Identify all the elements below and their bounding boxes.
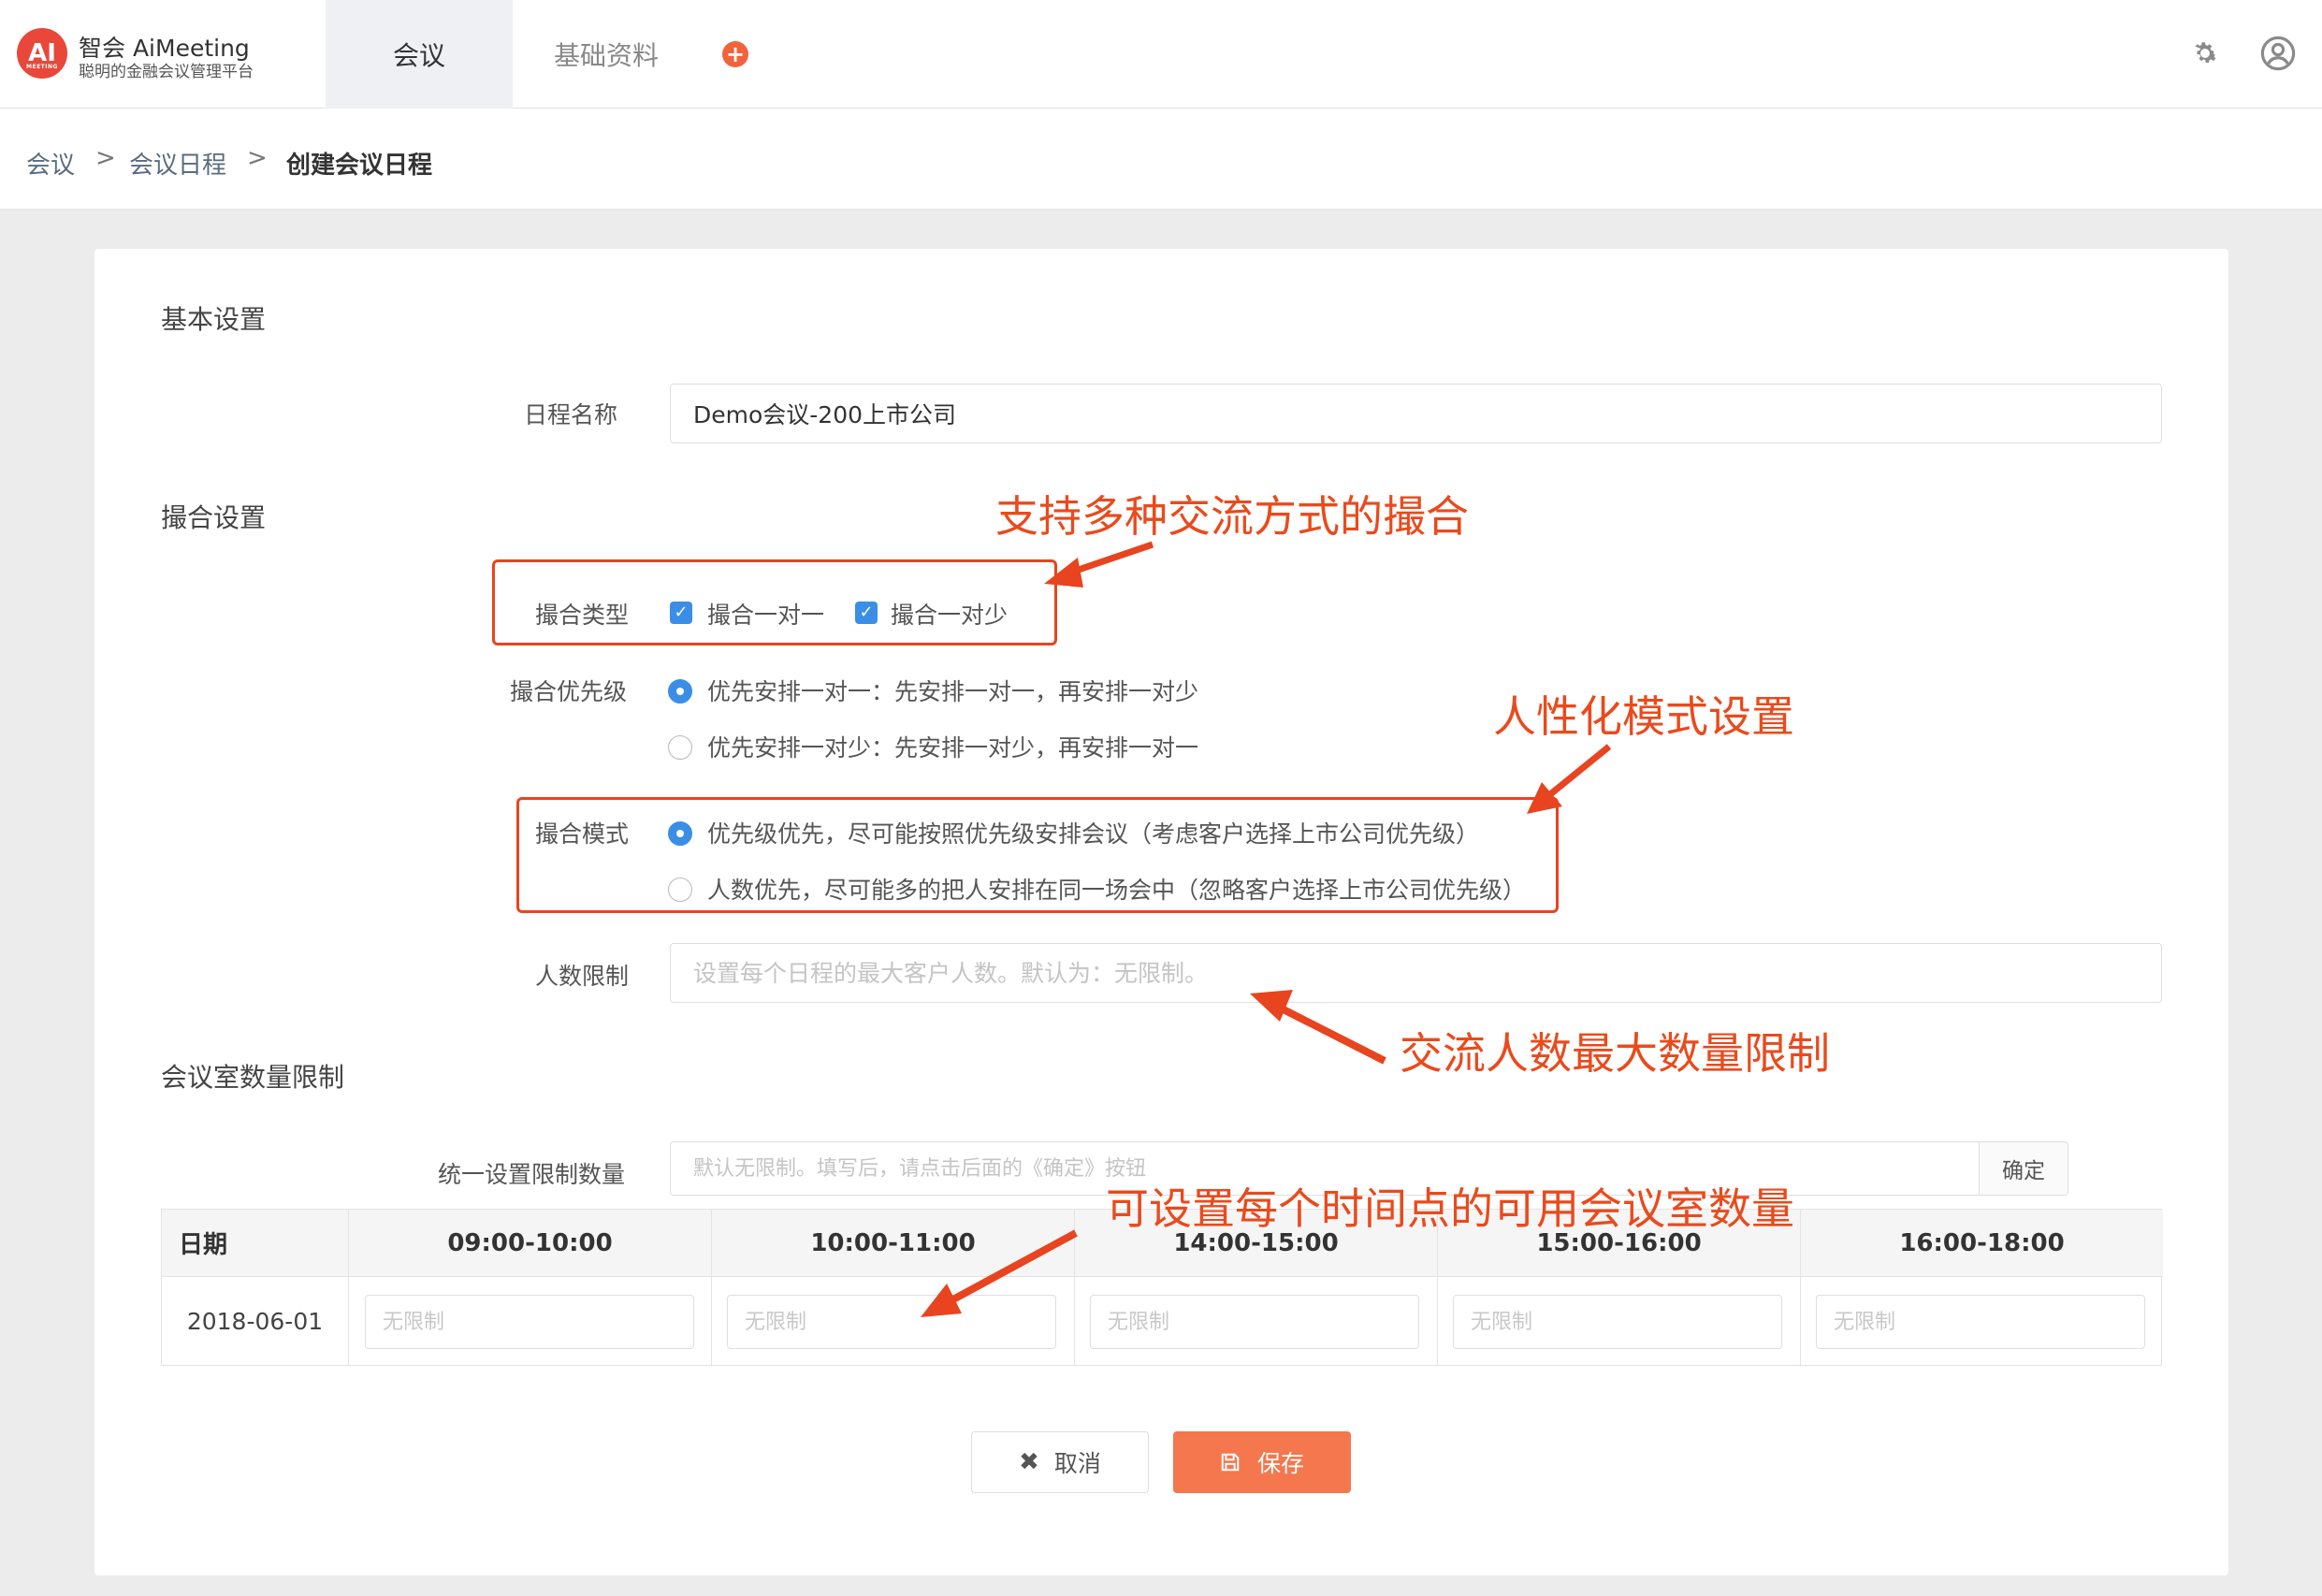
user-icon[interactable] [2260, 36, 2296, 71]
table-header-slot: 16:00-18:00 [1801, 1210, 2163, 1277]
room-count-input[interactable] [1816, 1295, 2145, 1349]
priority-one-on-few-text: 优先安排一对少：先安排一对少，再安排一对一 [707, 734, 1199, 762]
breadcrumb-separator: > [247, 144, 268, 172]
unified-limit-label: 统一设置限制数量 [438, 1161, 626, 1188]
table-cell-date: 2018-06-01 [162, 1277, 349, 1365]
save-icon [1221, 1453, 1240, 1472]
section-basic-settings: 基本设置 [161, 304, 267, 335]
save-button[interactable]: 保存 [1173, 1431, 1351, 1493]
top-navbar: AI MEETING 智会 AiMeeting 聪明的金融会议管理平台 会议 基… [0, 0, 2322, 109]
close-icon: ✖ [1019, 1448, 1039, 1476]
table-header-date: 日期 [162, 1210, 349, 1277]
cancel-button[interactable]: ✖ 取消 [971, 1431, 1149, 1493]
logo-mark-small: MEETING [26, 64, 58, 70]
priority-one-on-one-text: 优先安排一对一：先安排一对一，再安排一对少 [707, 678, 1199, 705]
tab-meetings[interactable]: 会议 [326, 0, 513, 109]
table-header-slot: 10:00-11:00 [712, 1210, 1075, 1277]
annotation-mode-setting: 人性化模式设置 [1493, 691, 1794, 742]
schedule-name-input[interactable] [670, 384, 2162, 443]
match-priority-label: 撮合优先级 [510, 678, 628, 705]
breadcrumb: 会议 > 会议日程 > 创建会议日程 [0, 109, 2322, 210]
breadcrumb-separator: > [95, 144, 116, 172]
people-limit-label: 人数限制 [535, 963, 630, 990]
section-room-limit: 会议室数量限制 [161, 1062, 345, 1093]
people-limit-input[interactable] [670, 943, 2162, 1003]
room-count-input[interactable] [1090, 1295, 1419, 1349]
table-header-slot: 09:00-10:00 [349, 1210, 712, 1277]
confirm-button[interactable]: 确定 [1980, 1141, 2068, 1196]
room-count-input[interactable] [365, 1295, 694, 1349]
gear-icon[interactable] [2189, 37, 2221, 69]
breadcrumb-current: 创建会议日程 [286, 152, 433, 180]
breadcrumb-meetings[interactable]: 会议 [26, 146, 75, 181]
annotation-box-match-mode [516, 797, 1559, 913]
tab-basic-data[interactable]: 基础资料 [513, 0, 700, 109]
breadcrumb-schedule[interactable]: 会议日程 [129, 146, 226, 181]
annotation-room-count: 可设置每个时间点的可用会议室数量 [1106, 1183, 1794, 1234]
schedule-name-label: 日程名称 [524, 401, 618, 428]
priority-one-on-one-radio[interactable] [668, 679, 692, 704]
app-subtitle: 聪明的金融会议管理平台 [79, 63, 254, 81]
annotation-match-methods: 支持多种交流方式的撮合 [995, 491, 1469, 542]
annotation-box-match-type [492, 559, 1057, 646]
plus-circle-icon[interactable]: + [722, 41, 748, 67]
cancel-label: 取消 [1053, 1450, 1101, 1477]
app-logo[interactable]: AI MEETING [17, 28, 67, 79]
room-count-input[interactable] [1453, 1295, 1782, 1349]
section-match-settings: 撮合设置 [161, 502, 267, 533]
priority-one-on-few-radio[interactable] [668, 735, 692, 760]
save-label: 保存 [1256, 1450, 1304, 1477]
room-count-input[interactable] [727, 1295, 1056, 1349]
annotation-people-limit: 交流人数最大数量限制 [1400, 1028, 1830, 1079]
